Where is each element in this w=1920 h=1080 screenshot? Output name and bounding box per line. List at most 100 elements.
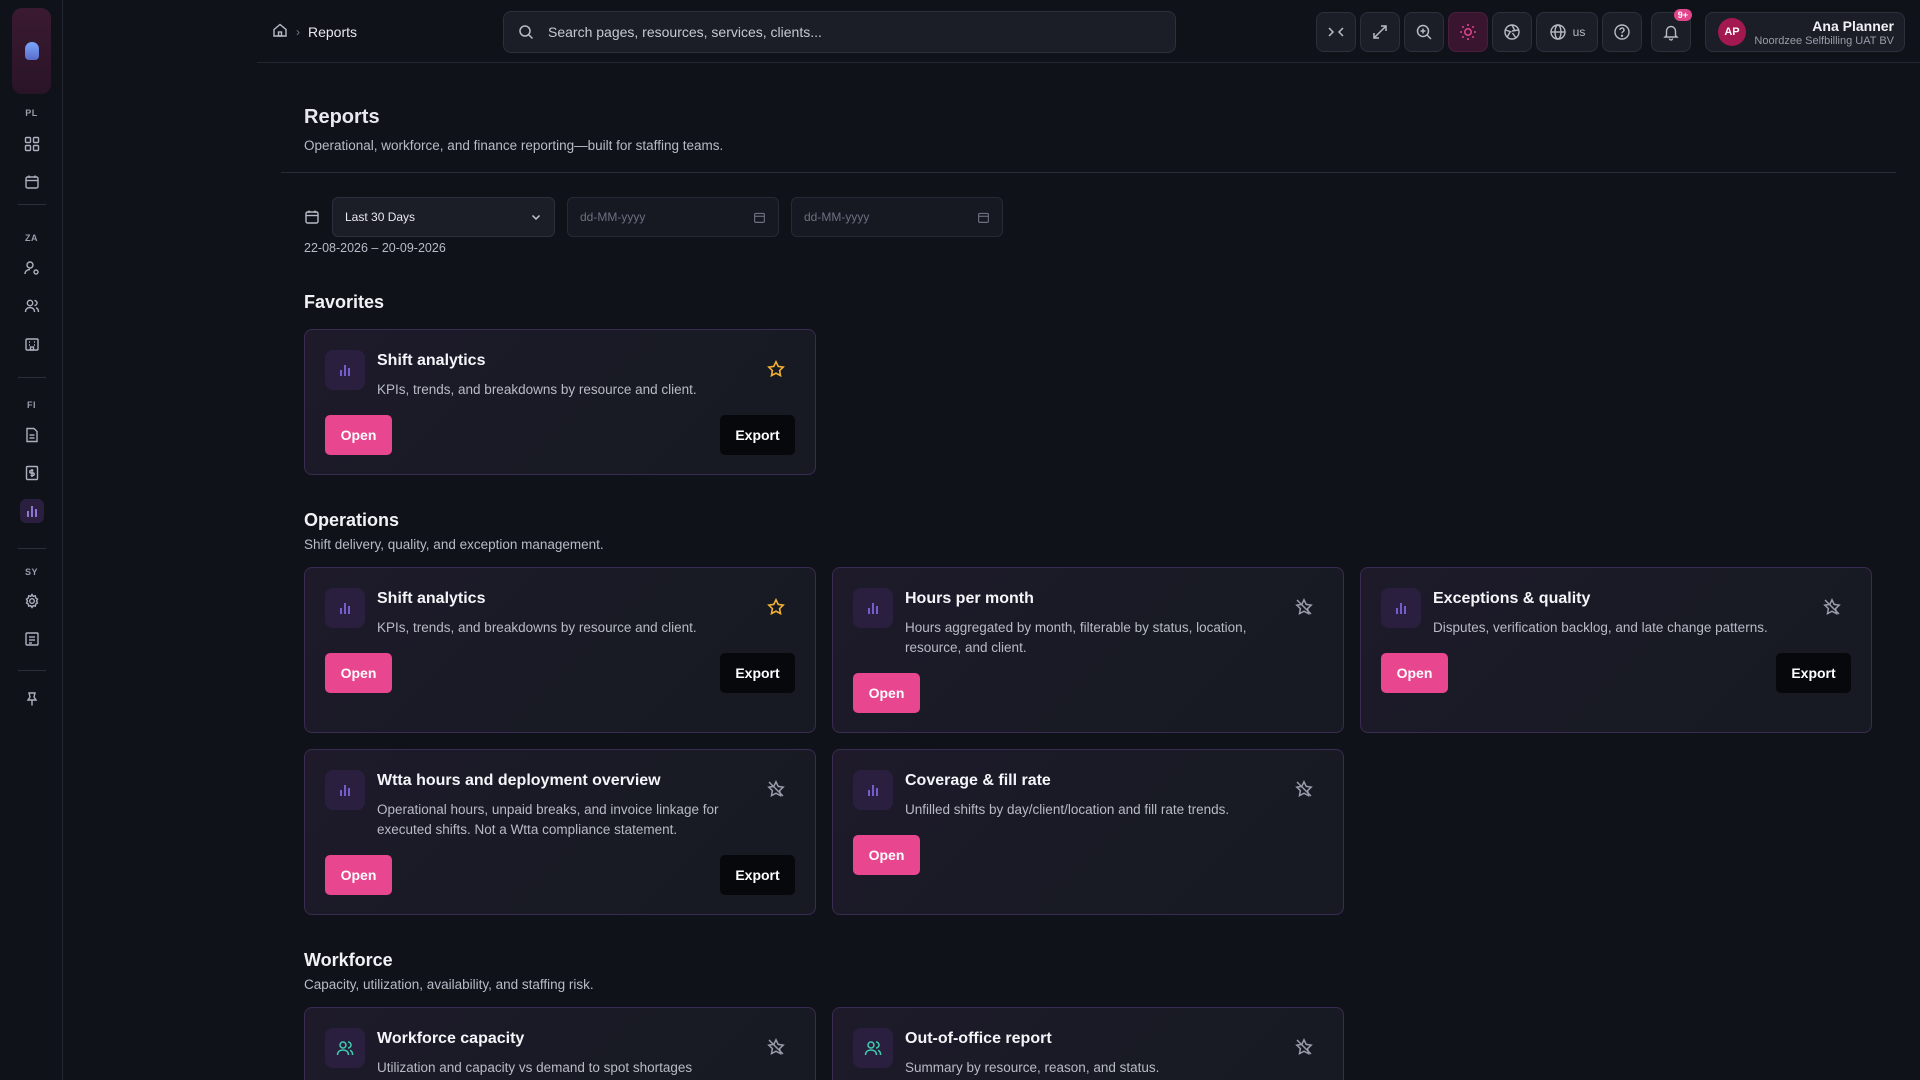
zoom-in-icon: [1416, 24, 1432, 40]
export-button[interactable]: Export: [720, 653, 795, 693]
language-button[interactable]: us: [1536, 12, 1598, 52]
section-title-workforce: Workforce: [304, 950, 393, 970]
zoom-button[interactable]: [1404, 12, 1444, 52]
sidebar: PL ZA FI SY: [0, 0, 63, 1080]
card-description: Utilization and capacity vs demand to sp…: [377, 1060, 693, 1075]
report-card: Workforce capacity Utilization and capac…: [304, 1007, 816, 1080]
card-title: Coverage & fill rate: [905, 772, 1051, 789]
invoice-icon[interactable]: [20, 461, 44, 485]
user-menu[interactable]: AP Ana Planner Noordzee Selfbilling UAT …: [1705, 12, 1905, 52]
chevron-right-icon: ›: [296, 24, 300, 39]
sidebar-divider: [18, 670, 46, 671]
card-title: Exceptions & quality: [1433, 590, 1591, 607]
help-icon: [1614, 24, 1630, 40]
card-description: Operational hours, unpaid breaks, and in…: [377, 802, 719, 837]
sidebar-divider: [18, 548, 46, 549]
date-range-text: 22-08-2026 – 20-09-2026: [304, 241, 446, 255]
card-description: Hours aggregated by month, filterable by…: [905, 620, 1247, 655]
user-name: Ana Planner: [1812, 17, 1894, 34]
search-input[interactable]: [548, 24, 1148, 40]
avatar: AP: [1718, 18, 1746, 46]
gear-icon[interactable]: [20, 589, 44, 613]
home-icon[interactable]: [272, 22, 288, 41]
date-to-placeholder: dd-MM-yyyy: [804, 210, 870, 224]
language-code: us: [1572, 25, 1586, 39]
sidebar-divider: [18, 204, 46, 205]
card-description: Summary by resource, reason, and status.: [905, 1060, 1160, 1075]
open-button[interactable]: Open: [325, 855, 392, 895]
users-icon: [853, 1028, 893, 1068]
bar-chart-icon: [325, 588, 365, 628]
star-filled-icon[interactable]: [767, 360, 785, 378]
calendar-icon: [305, 210, 319, 224]
export-button[interactable]: Export: [720, 855, 795, 895]
search-bar[interactable]: [503, 11, 1176, 53]
date-filter: Last 30 Days dd-MM-yyyy dd-MM-yyyy: [304, 197, 1003, 237]
help-button[interactable]: [1602, 12, 1642, 52]
bar-chart-icon: [853, 770, 893, 810]
app-logo[interactable]: [12, 8, 51, 94]
card-description: KPIs, trends, and breakdowns by resource…: [377, 620, 697, 635]
theme-toggle-button[interactable]: [1448, 12, 1488, 52]
users-icon[interactable]: [20, 294, 44, 318]
collapse-icon: [1328, 27, 1344, 37]
sun-icon: [1460, 24, 1476, 40]
section-subtitle-operations: Shift delivery, quality, and exception m…: [304, 537, 604, 552]
users-icon: [325, 1028, 365, 1068]
card-title: Workforce capacity: [377, 1030, 525, 1047]
date-from-placeholder: dd-MM-yyyy: [580, 210, 646, 224]
expand-icon: [1373, 25, 1387, 39]
report-card: Out-of-office report Summary by resource…: [832, 1007, 1344, 1080]
star-off-icon[interactable]: [1295, 598, 1313, 616]
open-button[interactable]: Open: [325, 653, 392, 693]
star-off-icon[interactable]: [1823, 598, 1841, 616]
open-button[interactable]: Open: [853, 835, 920, 875]
logo-mark-icon: [24, 42, 39, 60]
card-title: Hours per month: [905, 590, 1034, 607]
date-to-input[interactable]: dd-MM-yyyy: [791, 197, 1003, 237]
open-button[interactable]: Open: [853, 673, 920, 713]
bar-chart-icon[interactable]: [20, 499, 44, 523]
calendar-icon: [978, 212, 989, 223]
export-button[interactable]: Export: [1776, 653, 1851, 693]
star-off-icon[interactable]: [1295, 1038, 1313, 1056]
open-button[interactable]: Open: [1381, 653, 1448, 693]
topbar: › Reports us 9+ AP Ana Planner Noordzee …: [257, 0, 1920, 63]
collapse-sidebar-button[interactable]: [1316, 12, 1356, 52]
notifications-button[interactable]: 9+: [1651, 9, 1692, 52]
dashboard-icon[interactable]: [20, 132, 44, 156]
section-title-operations: Operations: [304, 510, 400, 530]
user-settings-icon[interactable]: [20, 256, 44, 280]
appearance-button[interactable]: [1492, 12, 1532, 52]
sidebar-group-label: ZA: [25, 233, 38, 243]
report-card: Shift analytics KPIs, trends, and breakd…: [304, 567, 816, 733]
building-icon[interactable]: [20, 332, 44, 356]
report-card: Wtta hours and deployment overview Opera…: [304, 749, 816, 915]
breadcrumb: › Reports: [272, 22, 357, 41]
sidebar-divider: [18, 377, 46, 378]
open-button[interactable]: Open: [325, 415, 392, 455]
date-from-input[interactable]: dd-MM-yyyy: [567, 197, 779, 237]
log-icon[interactable]: [20, 627, 44, 651]
document-icon[interactable]: [20, 423, 44, 447]
star-off-icon[interactable]: [1295, 780, 1313, 798]
bar-chart-icon: [853, 588, 893, 628]
export-button[interactable]: Export: [720, 415, 795, 455]
bar-chart-icon: [325, 770, 365, 810]
bar-chart-icon: [325, 350, 365, 390]
report-card: Hours per month Hours aggregated by mont…: [832, 567, 1344, 733]
star-off-icon[interactable]: [767, 780, 785, 798]
report-card: Coverage & fill rate Unfilled shifts by …: [832, 749, 1344, 915]
chevron-down-icon: [531, 214, 541, 221]
globe-icon: [1549, 24, 1566, 40]
star-filled-icon[interactable]: [767, 598, 785, 616]
period-select-value: Last 30 Days: [345, 210, 416, 224]
pin-icon[interactable]: [20, 687, 44, 711]
page-title: Reports: [304, 106, 380, 128]
aperture-icon: [1504, 24, 1520, 40]
calendar-icon[interactable]: [20, 170, 44, 194]
period-select[interactable]: Last 30 Days: [332, 197, 555, 237]
star-off-icon[interactable]: [767, 1038, 785, 1056]
fullscreen-button[interactable]: [1360, 12, 1400, 52]
card-title: Wtta hours and deployment overview: [377, 772, 661, 789]
